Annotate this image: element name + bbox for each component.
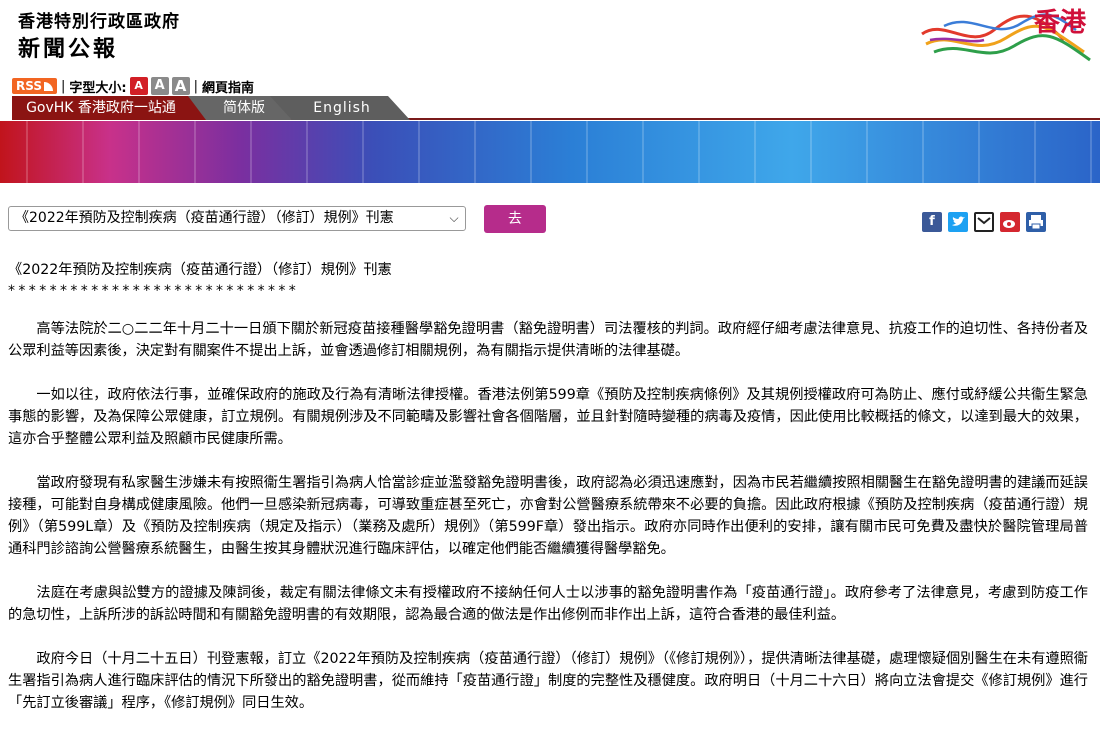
decorative-banner xyxy=(0,121,1100,183)
facebook-icon[interactable]: f xyxy=(922,212,942,232)
chevron-down-icon: ⌵ xyxy=(449,211,459,225)
brand-hong-kong-logo[interactable]: 香港 xyxy=(914,0,1094,70)
print-icon[interactable] xyxy=(1026,212,1046,232)
divider: | xyxy=(61,78,66,94)
twitter-icon[interactable] xyxy=(948,212,968,232)
font-size-label: 字型大小: xyxy=(69,80,127,96)
tab-english[interactable]: English xyxy=(270,96,410,120)
utility-toolbar: RSS | 字型大小: A A A | 網頁指南 xyxy=(12,76,254,96)
share-toolbar: f xyxy=(922,212,1046,232)
article-paragraph: 一如以往，政府依法行事，並確保政府的施政及行為有清晰法律授權。香港法例第599章… xyxy=(8,387,1088,447)
article-paragraph: 政府今日（十月二十五日）刊登憲報，訂立《2022年預防及控制疾病（疫苗通行證）（… xyxy=(8,651,1088,711)
rss-button[interactable]: RSS xyxy=(12,78,57,94)
article-title: 《2022年預防及控制疾病（疫苗通行證）（修訂）規例》刊憲 xyxy=(8,262,392,278)
tab-govhk[interactable]: GovHK 香港政府一站通 xyxy=(12,96,210,120)
font-size-medium-button[interactable]: A xyxy=(150,77,169,95)
brand-text: 香港 xyxy=(1033,8,1086,38)
rss-label: RSS xyxy=(16,79,42,93)
article-paragraph: 法庭在考慮與訟雙方的證據及陳詞後，裁定有關法律條文未有授權政府不接納任何人士以涉… xyxy=(8,585,1088,623)
government-name: 香港特別行政區政府 xyxy=(18,12,180,32)
email-icon[interactable] xyxy=(974,212,994,232)
article-body: 《2022年預防及控制疾病（疫苗通行證）（修訂）規例》刊憲 **********… xyxy=(8,259,1088,734)
go-button[interactable]: 去 xyxy=(484,205,546,233)
site-guide-link[interactable]: 網頁指南 xyxy=(202,77,254,96)
font-size-large-button[interactable]: A xyxy=(171,77,190,95)
divider: | xyxy=(193,78,198,94)
article-select-dropdown[interactable]: 《2022年預防及控制疾病（疫苗通行證）（修訂）規例》刊憲 xyxy=(8,206,466,231)
article-paragraph: 高等法院於二○二二年十月二十一日頒下關於新冠疫苗接種醫學豁免證明書（豁免證明書）… xyxy=(8,321,1088,359)
press-releases-title[interactable]: 新聞公報 xyxy=(18,31,118,63)
weibo-icon[interactable] xyxy=(1000,212,1020,232)
rss-icon xyxy=(44,81,53,91)
language-tab-bar: GovHK 香港政府一站通 简体版 English xyxy=(12,96,1100,120)
masthead: 香港特別行政區政府 新聞公報 香港 xyxy=(0,0,1100,76)
title-separator: **************************** xyxy=(8,283,300,299)
font-size-small-button[interactable]: A xyxy=(129,77,148,95)
article-paragraph: 當政府發現有私家醫生涉嫌未有按照衞生署指引為病人恰當診症並濫發豁免證明書後，政府… xyxy=(8,475,1088,557)
